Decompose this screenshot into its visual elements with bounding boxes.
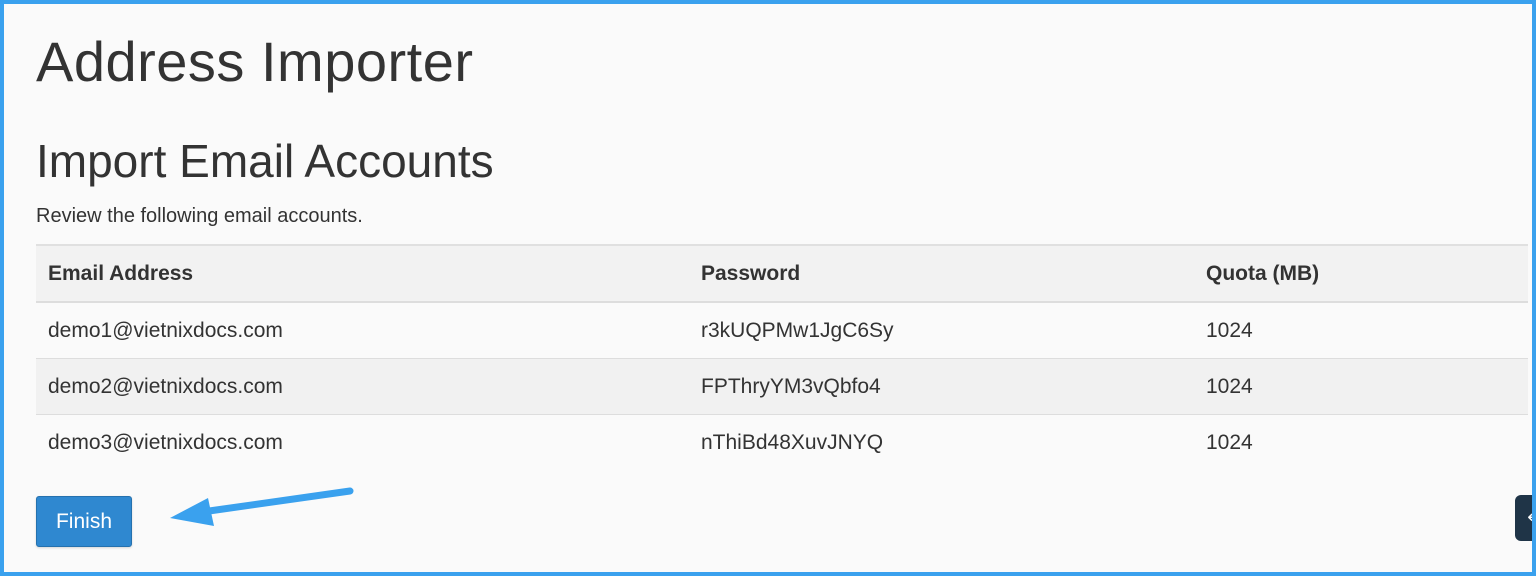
column-header-email: Email Address [48, 261, 194, 285]
corner-arrow-icon: ↲ [1525, 505, 1532, 526]
email-cell: demo3@vietnixdocs.com [48, 430, 283, 454]
section-title: Import Email Accounts [36, 135, 494, 187]
email-accounts-table: Email Address Password Quota (MB) demo1@… [36, 244, 1528, 470]
quota-cell: 1024 [1206, 318, 1253, 342]
table-header-row: Email Address Password Quota (MB) [36, 245, 1528, 302]
screenshot-frame: Address Importer Import Email Accounts R… [0, 0, 1536, 576]
page-title: Address Importer [36, 30, 474, 93]
password-cell: FPThryYM3vQbfo4 [701, 374, 881, 398]
column-header-password: Password [701, 261, 801, 285]
section-description: Review the following email accounts. [36, 205, 363, 227]
table-row: demo3@vietnixdocs.com nThiBd48XuvJNYQ 10… [36, 414, 1528, 470]
table-row: demo2@vietnixdocs.com FPThryYM3vQbfo4 10… [36, 358, 1528, 415]
password-cell: r3kUQPMw1JgC6Sy [701, 318, 894, 342]
quota-cell: 1024 [1206, 430, 1253, 454]
finish-button[interactable]: Finish [36, 496, 132, 547]
email-cell: demo2@vietnixdocs.com [48, 374, 283, 398]
table-header: Email Address Password Quota (MB) [36, 245, 1528, 302]
column-header-quota: Quota (MB) [1206, 261, 1320, 285]
email-cell: demo1@vietnixdocs.com [48, 318, 283, 342]
password-cell: nThiBd48XuvJNYQ [701, 430, 884, 454]
collapse-widget[interactable]: ↲ [1515, 495, 1532, 541]
table-body: demo1@vietnixdocs.com r3kUQPMw1JgC6Sy 10… [36, 302, 1528, 470]
arrow-left-icon [170, 487, 354, 526]
table-row: demo1@vietnixdocs.com r3kUQPMw1JgC6Sy 10… [36, 302, 1528, 359]
quota-cell: 1024 [1206, 374, 1253, 398]
